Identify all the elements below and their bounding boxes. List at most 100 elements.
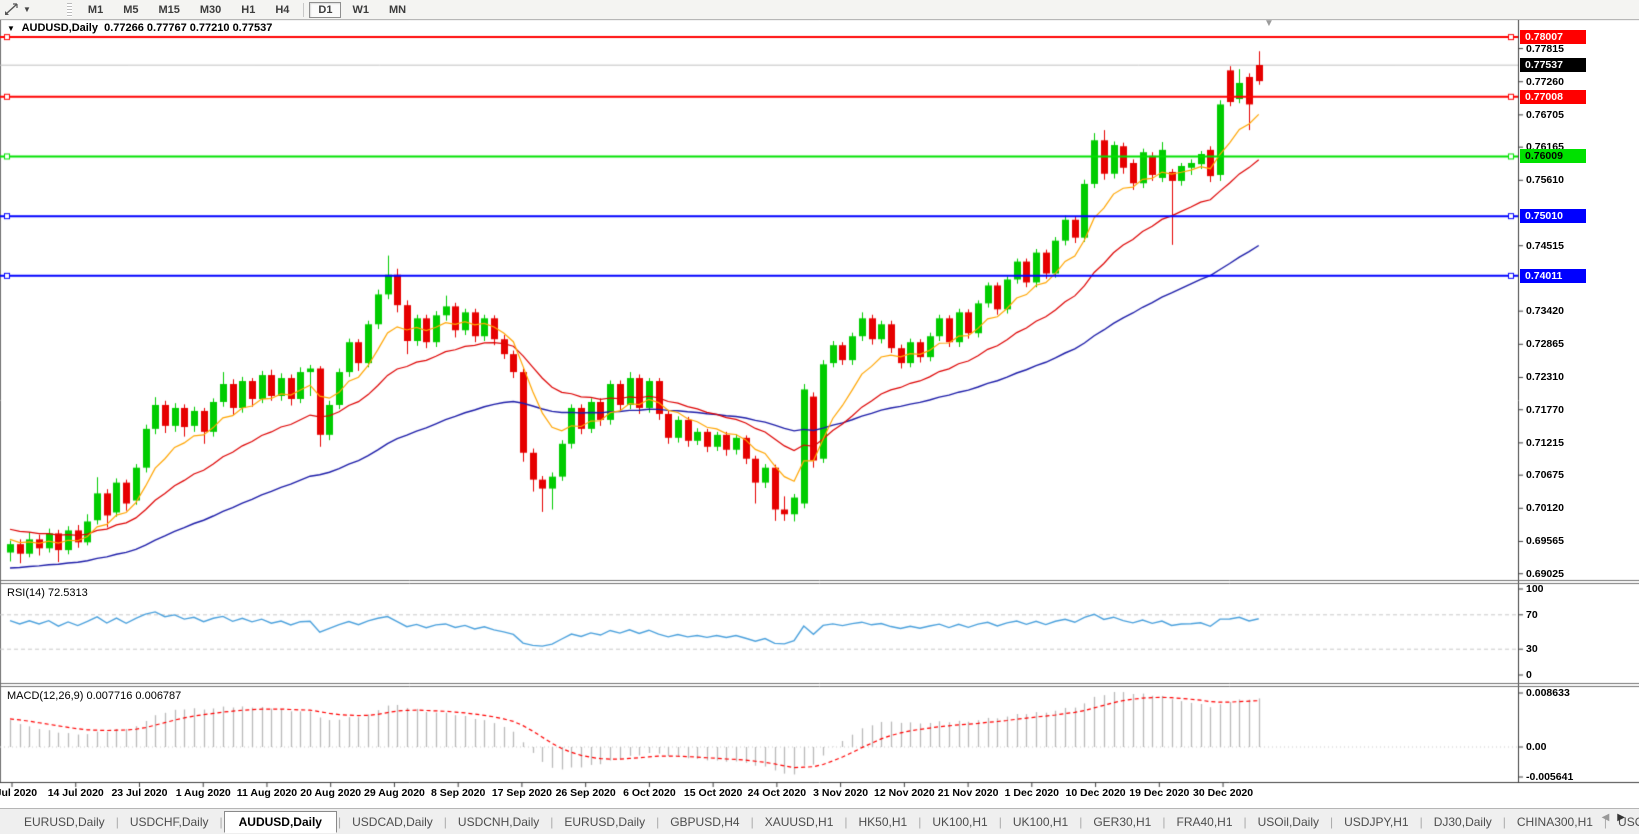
tab-separator: | (1329, 814, 1334, 829)
current-price-badge: 0.77537 (1520, 58, 1586, 73)
price-axis-tick: 0.70675 (1526, 469, 1564, 482)
timeframe-button-M30[interactable]: M30 (191, 2, 230, 18)
date-axis-label: 19 Dec 2020 (1129, 787, 1190, 799)
chart-canvas[interactable] (0, 0, 1639, 834)
chart-tab-HK50-H1[interactable]: HK50,H1 (849, 812, 918, 832)
date-axis-label: 4 Jul 2020 (0, 787, 38, 799)
price-axis-tick: 0.69565 (1526, 535, 1564, 548)
price-axis-tick: 0.75610 (1526, 174, 1564, 187)
price-axis-tick: 0.73420 (1526, 305, 1564, 318)
price-axis-tick: 0.76705 (1526, 108, 1564, 121)
hline-price-badge: 0.76009 (1520, 149, 1586, 164)
macd-axis-tick: 0.00 (1526, 741, 1547, 753)
tab-separator: | (1502, 814, 1506, 829)
rsi-axis-tick: 30 (1526, 643, 1538, 656)
chart-tab-GBPUSD-H4[interactable]: GBPUSD,H4 (660, 812, 749, 832)
chart-tab-AUDUSD-Daily[interactable]: AUDUSD,Daily (223, 810, 337, 833)
date-axis-label: 23 Jul 2020 (111, 787, 168, 799)
toolbar-grip[interactable] (66, 2, 72, 17)
dropdown-arrow-icon[interactable]: ▼ (23, 5, 31, 14)
timeframe-buttons: M1 M5 M15 M30 H1 H4 D1 W1 MN (78, 1, 416, 18)
chart-tab-bar: EURUSD,Daily | USDCHF,Daily | AUDUSD,Daily | U… (0, 808, 1639, 834)
date-axis-label: 11 Aug 2020 (236, 787, 298, 799)
price-axis-tick: 0.74515 (1526, 239, 1564, 252)
tab-separator: | (656, 814, 660, 829)
rsi-axis-tick: 70 (1526, 608, 1538, 621)
date-axis-label: 21 Nov 2020 (937, 787, 999, 799)
tab-scroll-left-icon[interactable]: ◀ (1602, 812, 1618, 823)
price-axis-tick: 0.72310 (1526, 371, 1564, 384)
macd-indicator-label: MACD(12,26,9) 0.007716 0.006787 (7, 690, 182, 702)
tab-separator: | (443, 814, 447, 829)
tab-separator: | (219, 814, 223, 829)
cursor-tool-button[interactable]: ▼ (4, 3, 31, 16)
tab-separator: | (115, 814, 119, 829)
chart-title-overlay: ▼ AUDUSD,Daily 0.77266 0.77767 0.77210 0… (7, 22, 272, 34)
timeframe-button-MN[interactable]: MN (380, 2, 415, 18)
mt4-chart-window: ▼ M1 M5 M15 M30 H1 H4 D1 W1 MN ▼ AUDUSD,Daily 0.… (0, 0, 1639, 834)
date-axis-label: 15 Oct 2020 (683, 787, 743, 799)
timeframe-button-H4[interactable]: H4 (266, 2, 298, 18)
rsi-indicator-label: RSI(14) 72.5313 (7, 587, 88, 599)
tab-separator: | (337, 814, 342, 829)
price-axis-tick: 0.72865 (1526, 338, 1564, 351)
tab-separator: | (1162, 814, 1166, 829)
chart-tab-UK100-H1[interactable]: UK100,H1 (922, 812, 997, 832)
tab-separator: | (918, 814, 922, 829)
timeframe-button-M1[interactable]: M1 (79, 2, 112, 18)
price-axis-tick: 0.77260 (1526, 75, 1564, 88)
price-axis-tick: 0.70120 (1526, 502, 1564, 515)
crosshair-tool-icon (5, 3, 18, 15)
chart-ohlc-values: 0.77266 0.77767 0.77210 0.77537 (104, 22, 273, 34)
tab-separator: | (750, 814, 754, 829)
timeframe-button-D1[interactable]: D1 (309, 1, 342, 18)
chart-tab-GER30-H1[interactable]: GER30,H1 (1083, 812, 1161, 832)
date-axis-label: 14 Jul 2020 (47, 787, 104, 799)
tab-separator: | (1243, 814, 1247, 829)
chart-tab-EURUSD-Daily[interactable]: EURUSD,Daily (554, 812, 655, 832)
macd-axis-tick: -0.005641 (1526, 771, 1574, 783)
date-axis-label: 1 Aug 2020 (175, 787, 231, 799)
date-axis-label: 24 Oct 2020 (747, 787, 807, 799)
date-axis-label: 30 Dec 2020 (1192, 787, 1254, 799)
price-axis-tick: 0.71215 (1526, 436, 1564, 449)
chart-tab-USDCAD-Daily[interactable]: USDCAD,Daily (342, 812, 443, 832)
chart-tab-USOil-Daily[interactable]: USOil,Daily (1248, 812, 1329, 832)
rsi-axis-tick: 100 (1526, 583, 1544, 595)
date-axis-label: 1 Dec 2020 (1004, 787, 1059, 799)
date-axis-label: 26 Sep 2020 (555, 787, 616, 799)
tab-separator: | (1419, 814, 1423, 829)
chart-tab-FRA40-H1[interactable]: FRA40,H1 (1166, 812, 1242, 832)
chart-tab-CHINA300-H1[interactable]: CHINA300,H1 (1507, 812, 1603, 832)
toolbar-separator (303, 2, 305, 17)
timeframe-button-M15[interactable]: M15 (149, 2, 188, 18)
hline-price-badge: 0.75010 (1520, 209, 1586, 224)
chart-tab-DJ30-Daily[interactable]: DJ30,Daily (1424, 812, 1502, 832)
date-axis-label: 29 Aug 2020 (363, 787, 425, 799)
chart-shift-marker-icon[interactable]: ▼ (1264, 18, 1274, 29)
tab-separator: | (998, 814, 1002, 829)
indicator-window-collapse-icon[interactable]: ▼ (7, 24, 15, 33)
chart-tab-UK100-H1[interactable]: UK100,H1 (1003, 812, 1078, 832)
tab-separator: | (550, 814, 554, 829)
chart-tab-EURUSD-Daily[interactable]: EURUSD,Daily (14, 812, 115, 832)
timeframe-button-W1[interactable]: W1 (343, 2, 378, 18)
chart-tab-USDJPY-H1[interactable]: USDJPY,H1 (1334, 812, 1418, 832)
price-axis-tick: 0.69025 (1526, 567, 1564, 580)
tab-separator: | (1079, 814, 1083, 829)
timeframe-toolbar: ▼ M1 M5 M15 M30 H1 H4 D1 W1 MN (0, 0, 1639, 20)
date-axis-label: 8 Sep 2020 (431, 787, 486, 799)
tab-scroll-arrows: ◀▶ (1602, 812, 1633, 823)
chart-tab-USDCNH-Daily[interactable]: USDCNH,Daily (448, 812, 549, 832)
timeframe-button-H1[interactable]: H1 (232, 2, 264, 18)
chart-tab-XAUUSD-H1[interactable]: XAUUSD,H1 (755, 812, 844, 832)
chart-symbol-label: AUDUSD,Daily (21, 22, 98, 34)
tab-scroll-right-icon[interactable]: ▶ (1617, 812, 1633, 823)
chart-tab-USDCHF-Daily[interactable]: USDCHF,Daily (120, 812, 219, 832)
date-axis-label: 6 Oct 2020 (623, 787, 676, 799)
timeframe-button-M5[interactable]: M5 (114, 2, 147, 18)
date-axis-label: 3 Nov 2020 (813, 787, 869, 799)
hline-price-badge: 0.78007 (1520, 30, 1586, 45)
macd-axis-tick: 0.008633 (1526, 687, 1570, 699)
date-axis-label: 17 Sep 2020 (491, 787, 552, 799)
